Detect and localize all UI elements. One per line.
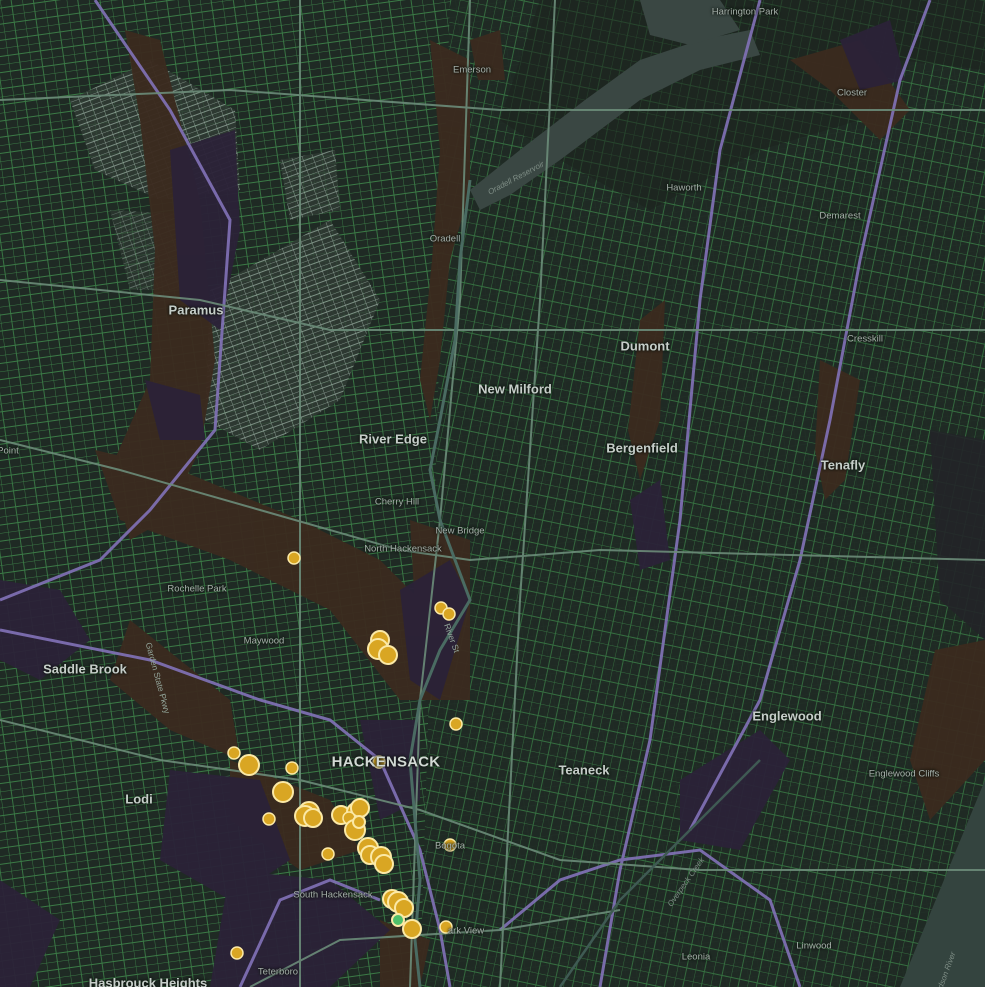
- place-label-closter: Closter: [836, 87, 868, 99]
- place-label-harrington-park: Harrington Park: [711, 6, 779, 18]
- place-label-linwood: Linwood: [796, 940, 832, 952]
- location-marker[interactable]: [352, 815, 366, 829]
- place-label-hackensack: HACKENSACK: [331, 753, 441, 771]
- place-label-teaneck: Teaneck: [558, 762, 610, 778]
- place-label-bergenfield: Bergenfield: [606, 440, 678, 456]
- place-label-cresskill: Cresskill: [847, 333, 883, 345]
- location-marker[interactable]: [442, 607, 456, 621]
- location-marker[interactable]: [449, 717, 463, 731]
- place-label-dumont: Dumont: [620, 338, 670, 354]
- map-canvas[interactable]: Harrington Park Emerson Closter Haworth Dema…: [0, 0, 985, 987]
- place-label-paramus: Paramus: [168, 302, 224, 318]
- place-label-rochelle-park: Rochelle Park: [167, 583, 227, 595]
- location-marker[interactable]: [287, 551, 301, 565]
- place-label-new-bridge: New Bridge: [435, 525, 485, 537]
- place-label-englewood-cliffs: Englewood Cliffs: [868, 768, 940, 780]
- location-marker[interactable]: [238, 754, 260, 776]
- location-marker[interactable]: [285, 761, 299, 775]
- location-marker[interactable]: [402, 919, 422, 939]
- place-label-new-milford: New Milford: [478, 381, 552, 397]
- place-label-north-hackensack: North Hackensack: [364, 543, 442, 555]
- place-label-leonia: Leonia: [681, 951, 711, 963]
- place-label-demarest: Demarest: [819, 210, 861, 222]
- place-label-ridgefield-park-view: ark View: [447, 925, 485, 937]
- place-label-south-hackensack: South Hackensack: [293, 889, 373, 901]
- location-marker[interactable]: [321, 847, 335, 861]
- location-marker[interactable]: [227, 746, 241, 760]
- location-marker[interactable]: [262, 812, 276, 826]
- location-marker[interactable]: [391, 913, 405, 927]
- place-label-hasbrouck-heights: Hasbrouck Heights: [88, 975, 208, 987]
- place-label-tenafly: Tenafly: [820, 457, 866, 473]
- location-marker[interactable]: [374, 854, 394, 874]
- place-label-point: Point: [0, 445, 19, 457]
- place-label-teterboro: Teterboro: [257, 966, 299, 978]
- location-marker[interactable]: [272, 781, 294, 803]
- place-label-oradell: Oradell: [429, 233, 461, 245]
- place-label-saddle-brook: Saddle Brook: [43, 661, 127, 677]
- place-label-maywood: Maywood: [243, 635, 285, 647]
- location-marker[interactable]: [230, 946, 244, 960]
- place-label-lodi: Lodi: [125, 791, 153, 807]
- place-label-englewood: Englewood: [752, 708, 822, 724]
- marker-layer: [227, 551, 463, 960]
- location-marker[interactable]: [378, 645, 398, 665]
- place-label-cherry-hill: Cherry Hill: [374, 496, 420, 508]
- place-label-emerson: Emerson: [452, 64, 492, 76]
- place-label-bogota: Bogota: [434, 840, 466, 852]
- place-label-haworth: Haworth: [666, 182, 702, 194]
- place-label-river-edge: River Edge: [359, 431, 427, 447]
- location-marker[interactable]: [303, 808, 323, 828]
